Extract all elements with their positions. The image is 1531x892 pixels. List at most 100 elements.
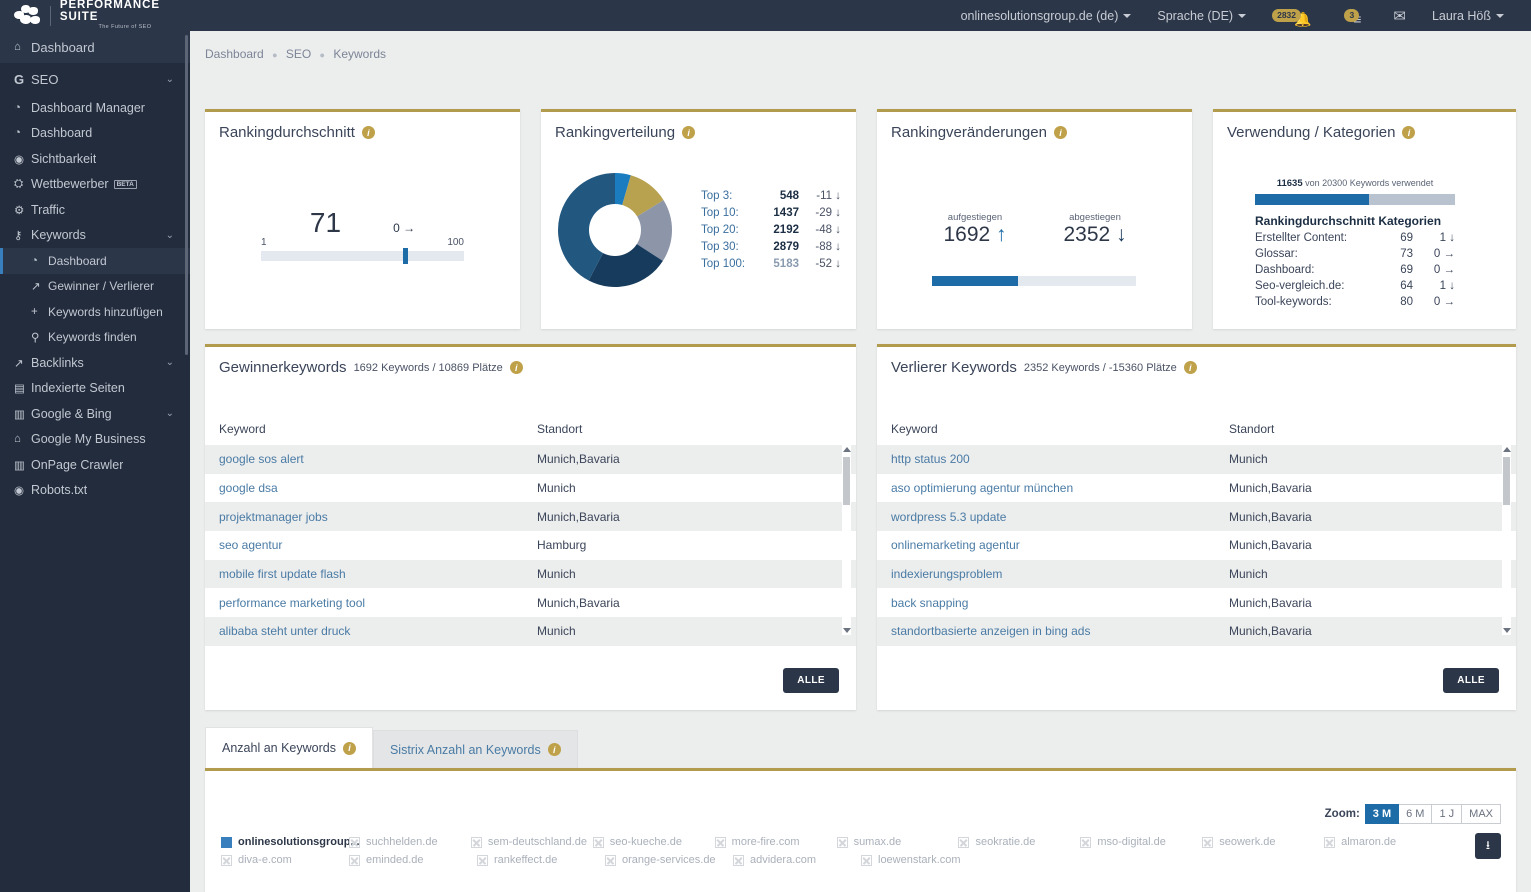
keyword-link[interactable]: wordpress 5.3 update xyxy=(891,510,1229,524)
zoom-option-max[interactable]: MAX xyxy=(1461,804,1501,824)
table-row[interactable]: seo agentur Hamburg xyxy=(205,531,856,560)
legend-item-advidera-com[interactable]: advidera.com xyxy=(733,854,861,866)
legend-item-suchhelden-de[interactable]: suchhelden.de xyxy=(349,836,471,848)
sidebar-item-dashboard[interactable]: ◔ Dashboard xyxy=(0,121,190,147)
tab-sistrix-anzahl-an-keywords[interactable]: Sistrix Anzahl an Keywords i xyxy=(372,730,578,768)
legend-item-diva-e-com[interactable]: diva-e.com xyxy=(221,854,349,866)
keyword-link[interactable]: google dsa xyxy=(219,481,537,495)
keyword-link[interactable]: http status 200 xyxy=(891,452,1229,466)
keyword-link[interactable]: onlinemarketing agentur xyxy=(891,538,1229,552)
slider-thumb[interactable] xyxy=(402,248,408,264)
legend-item-almaron-de[interactable]: almaron.de xyxy=(1324,836,1446,848)
sidebar-item-keywords[interactable]: ⚷ Keywords ⌄ xyxy=(0,223,190,249)
sidebar-item-backlinks[interactable]: ↗ Backlinks ⌄ xyxy=(0,350,190,376)
legend-item-seo-kueche-de[interactable]: seo-kueche.de xyxy=(592,836,715,848)
brand-logo[interactable]: Performance Suite The Future of SEO xyxy=(0,0,190,31)
info-icon[interactable]: i xyxy=(361,126,375,139)
sidebar-item-google-bing[interactable]: ▥ Google & Bing ⌄ xyxy=(0,401,190,427)
chevron-down-icon[interactable]: ⌄ xyxy=(166,357,174,368)
keyword-link[interactable]: seo agentur xyxy=(219,538,537,552)
legend-item-loewenstark-com[interactable]: loewenstark.com xyxy=(861,854,989,866)
chevron-down-icon[interactable]: ⌄ xyxy=(166,74,174,85)
breadcrumb-item-keywords[interactable]: Keywords xyxy=(333,47,386,61)
keyword-link[interactable]: mobile first update flash xyxy=(219,567,537,581)
table-row[interactable]: projektmanager jobs Munich,Bavaria xyxy=(205,502,856,532)
scrollbar-thumb[interactable] xyxy=(843,457,850,505)
breadcrumb-item-dashboard[interactable]: Dashboard xyxy=(205,47,264,61)
table-row[interactable]: wordpress 5.3 update Munich,Bavaria xyxy=(877,502,1516,532)
table-row[interactable]: standortbasierte anzeigen in bing ads Mun… xyxy=(877,617,1516,646)
table-row[interactable]: indexierungsproblem Munich xyxy=(877,559,1516,589)
scroll-up-icon[interactable] xyxy=(843,447,851,452)
download-icon[interactable]: ⭳ xyxy=(1475,833,1501,859)
legend-item-rankeffect-de[interactable]: rankeffect.de xyxy=(477,854,605,866)
table-row[interactable]: http status 200 Munich xyxy=(877,445,1516,474)
keyword-link[interactable]: alibaba steht unter druck xyxy=(219,624,537,638)
sidebar-item-dashboard[interactable]: ◔ Dashboard xyxy=(0,248,190,274)
table-row[interactable]: google dsa Munich xyxy=(205,474,856,503)
keyword-link[interactable]: google sos alert xyxy=(219,452,537,466)
legend-item-eminded-de[interactable]: eminded.de xyxy=(349,854,477,866)
keyword-link[interactable]: standortbasierte anzeigen in bing ads xyxy=(891,624,1229,638)
legend-item-orange-services-de[interactable]: orange-services.de xyxy=(605,854,733,866)
scrollbar-thumb[interactable] xyxy=(1503,457,1510,505)
sidebar-scrollbar[interactable] xyxy=(185,35,188,355)
table-row[interactable]: aso optimierung agentur münchen Munich,Ba… xyxy=(877,474,1516,503)
winner-table-scrollbar[interactable] xyxy=(842,445,851,635)
tasks-button[interactable]: 3 ≡ xyxy=(1331,0,1380,31)
sidebar-item-seo[interactable]: G SEO ⌄ xyxy=(0,63,190,95)
winner-all-button[interactable]: ALLE xyxy=(783,668,839,693)
tab-anzahl-an-keywords[interactable]: Anzahl an Keywords i xyxy=(205,727,373,768)
info-icon[interactable]: i xyxy=(1402,126,1416,139)
info-icon[interactable]: i xyxy=(547,743,561,756)
table-row[interactable]: onlinemarketing agentur Munich,Bavaria xyxy=(877,531,1516,560)
sidebar-item-wettbewerber[interactable]: ⛭ Wettbewerber BETA xyxy=(0,172,190,198)
info-icon[interactable]: i xyxy=(1053,126,1067,139)
sidebar-item-keywords-hinzuf-gen[interactable]: + Keywords hinzufügen xyxy=(0,299,190,325)
zoom-option-1j[interactable]: 1 J xyxy=(1431,804,1463,824)
legend-item-mso-digital-de[interactable]: mso-digital.de xyxy=(1080,836,1202,848)
info-icon[interactable]: i xyxy=(1183,361,1197,374)
table-row[interactable]: alibaba steht unter druck Munich xyxy=(205,617,856,646)
keyword-link[interactable]: back snapping xyxy=(891,596,1229,610)
sidebar-item-dashboard-manager[interactable]: ◔ Dashboard Manager xyxy=(0,95,190,121)
zoom-option-6m[interactable]: 6 M xyxy=(1398,804,1433,824)
legend-item-onlinesolutionsgroup[interactable]: onlinesolutionsgroup... xyxy=(221,836,360,848)
sidebar-item-indexierte-seiten[interactable]: ▤ Indexierte Seiten xyxy=(0,376,190,402)
sidebar-item-dashboard[interactable]: ⌂ Dashboard xyxy=(0,31,190,63)
legend-item-sem-deutschland-de[interactable]: sem-deutschland.de xyxy=(470,836,593,848)
keyword-link[interactable]: performance marketing tool xyxy=(219,596,537,610)
scroll-up-icon[interactable] xyxy=(1503,447,1511,452)
sidebar-item-robots-txt[interactable]: ◉ Robots.txt xyxy=(0,478,190,504)
user-menu[interactable]: Laura Höß xyxy=(1419,0,1517,31)
legend-item-seokratie-de[interactable]: seokratie.de xyxy=(958,836,1080,848)
chevron-down-icon[interactable]: ⌄ xyxy=(166,230,174,241)
table-row[interactable]: google sos alert Munich,Bavaria xyxy=(205,445,856,474)
sidebar-item-onpage-crawler[interactable]: ▥ OnPage Crawler xyxy=(0,452,190,478)
notifications-button[interactable]: 2832 🔔 xyxy=(1259,0,1331,31)
table-row[interactable]: performance marketing tool Munich,Bavaria xyxy=(205,588,856,617)
chevron-down-icon[interactable]: ⌄ xyxy=(166,408,174,419)
keyword-link[interactable]: projektmanager jobs xyxy=(219,510,537,524)
legend-item-more-fire-com[interactable]: more-fire.com xyxy=(714,836,837,848)
loser-all-button[interactable]: ALLE xyxy=(1443,668,1499,693)
sidebar-item-gewinner-verlierer[interactable]: ↗ Gewinner / Verlierer xyxy=(0,274,190,300)
ranking-average-slider[interactable] xyxy=(261,248,464,264)
info-icon[interactable]: i xyxy=(682,126,696,139)
sidebar-item-google-my-business[interactable]: ⌂ Google My Business xyxy=(0,427,190,453)
language-selector[interactable]: Sprache (DE) xyxy=(1144,0,1259,31)
table-row[interactable]: back snapping Munich,Bavaria xyxy=(877,588,1516,617)
sidebar-item-sichtbarkeit[interactable]: ◉ Sichtbarkeit xyxy=(0,146,190,172)
keyword-link[interactable]: indexierungsproblem xyxy=(891,567,1229,581)
info-icon[interactable]: i xyxy=(509,361,523,374)
table-row[interactable]: mobile first update flash Munich xyxy=(205,559,856,589)
info-icon[interactable]: i xyxy=(342,741,356,755)
legend-item-seowerk-de[interactable]: seowerk.de xyxy=(1202,836,1324,848)
zoom-option-3m[interactable]: 3 M xyxy=(1364,804,1400,824)
site-selector[interactable]: onlinesolutionsgroup.de (de) xyxy=(948,0,1145,31)
messages-button[interactable]: ✉ xyxy=(1380,0,1419,31)
scroll-down-icon[interactable] xyxy=(843,628,851,633)
loser-table-scrollbar[interactable] xyxy=(1502,445,1511,635)
breadcrumb-item-seo[interactable]: SEO xyxy=(286,47,311,61)
sidebar-item-traffic[interactable]: ⚙ Traffic xyxy=(0,197,190,223)
